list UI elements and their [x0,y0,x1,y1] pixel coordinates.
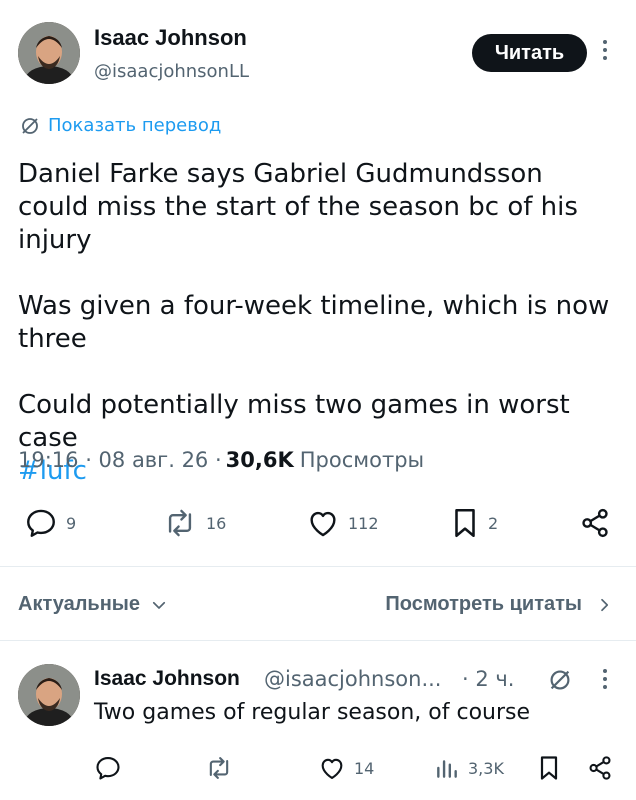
show-translation-link[interactable]: Показать перевод [20,115,221,136]
repost-icon [168,509,192,537]
show-translation-label: Показать перевод [48,115,222,136]
author-name[interactable]: Isaac Johnson [94,25,247,51]
reply-author-name[interactable]: Isaac Johnson [94,667,240,691]
views-label: Просмотры [299,448,425,472]
views-icon [437,760,457,778]
author-handle[interactable]: @isaacjohnsonLL [94,61,249,82]
repost-button[interactable]: 16 [162,506,226,540]
like-button[interactable]: 112 [306,506,379,540]
section-divider [0,640,636,641]
follow-button[interactable]: Читать [472,34,587,72]
reply-text: Two games of regular season, of course [94,700,531,725]
translate-icon[interactable] [548,668,572,692]
avatar-image [18,664,80,726]
reply-reply-button[interactable] [94,754,122,782]
share-icon [589,756,611,780]
reply-repost-button[interactable] [204,754,234,782]
view-quotes-link[interactable]: Посмотреть цитаты [385,593,612,616]
reply-like-button[interactable]: 14 [318,754,374,782]
chevron-right-icon [601,598,609,611]
views-count: 30,6K [225,448,294,472]
reply-share-button[interactable] [586,754,614,782]
avatar-image [18,22,80,84]
tweet-paragraph: Was given a four-week timeline, which is… [18,291,610,354]
section-divider [0,566,636,567]
reply-author-handle[interactable]: @isaacjohnson... [264,667,459,691]
author-avatar[interactable] [18,22,80,84]
bookmark-count: 2 [488,513,499,533]
chevron-down-icon [152,601,166,609]
sort-label: Актуальные [18,593,141,615]
tweet-timestamp[interactable]: 19:16 · 08 авг. 26 · [18,448,222,472]
share-button[interactable] [578,506,612,540]
bookmark-icon [540,756,558,780]
tweet-paragraph: Could potentially miss two games in wors… [18,389,618,488]
reply-bookmark-button[interactable] [537,754,561,782]
like-count: 112 [348,513,379,533]
share-icon [582,508,608,538]
tweet-paragraph: Daniel Farke says Gabriel Gudmundsson co… [18,159,578,255]
repost-icon [209,757,229,779]
bookmark-button[interactable]: 2 [450,506,498,540]
translate-icon [22,117,38,134]
repost-count: 16 [206,513,227,533]
bookmark-icon [455,508,475,538]
like-icon [321,758,343,779]
more-icon[interactable] [600,40,610,60]
reply-views-button[interactable]: 3,3K [434,754,504,782]
reply-count: 9 [66,513,77,533]
like-icon [310,511,336,537]
reply-views-count: 3,3K [468,758,504,778]
tweet-paragraph-text: Could potentially miss two games in wors… [18,390,570,453]
tweet-meta: 19:16 · 08 авг. 26 · 30,6K Просмотры [18,448,424,472]
reply-author-avatar[interactable] [18,664,80,726]
reply-time[interactable]: · 2 ч. [462,667,514,691]
reply-like-count: 14 [354,758,375,778]
reply-icon [27,509,55,537]
reply-more-icon[interactable] [600,669,610,689]
view-quotes-label: Посмотреть цитаты [385,593,582,615]
sort-replies-dropdown[interactable]: Актуальные [18,593,168,616]
reply-icon [96,757,120,780]
reply-button[interactable]: 9 [24,506,76,540]
tweet-text: Daniel Farke says Gabriel Gudmundsson co… [18,158,618,488]
